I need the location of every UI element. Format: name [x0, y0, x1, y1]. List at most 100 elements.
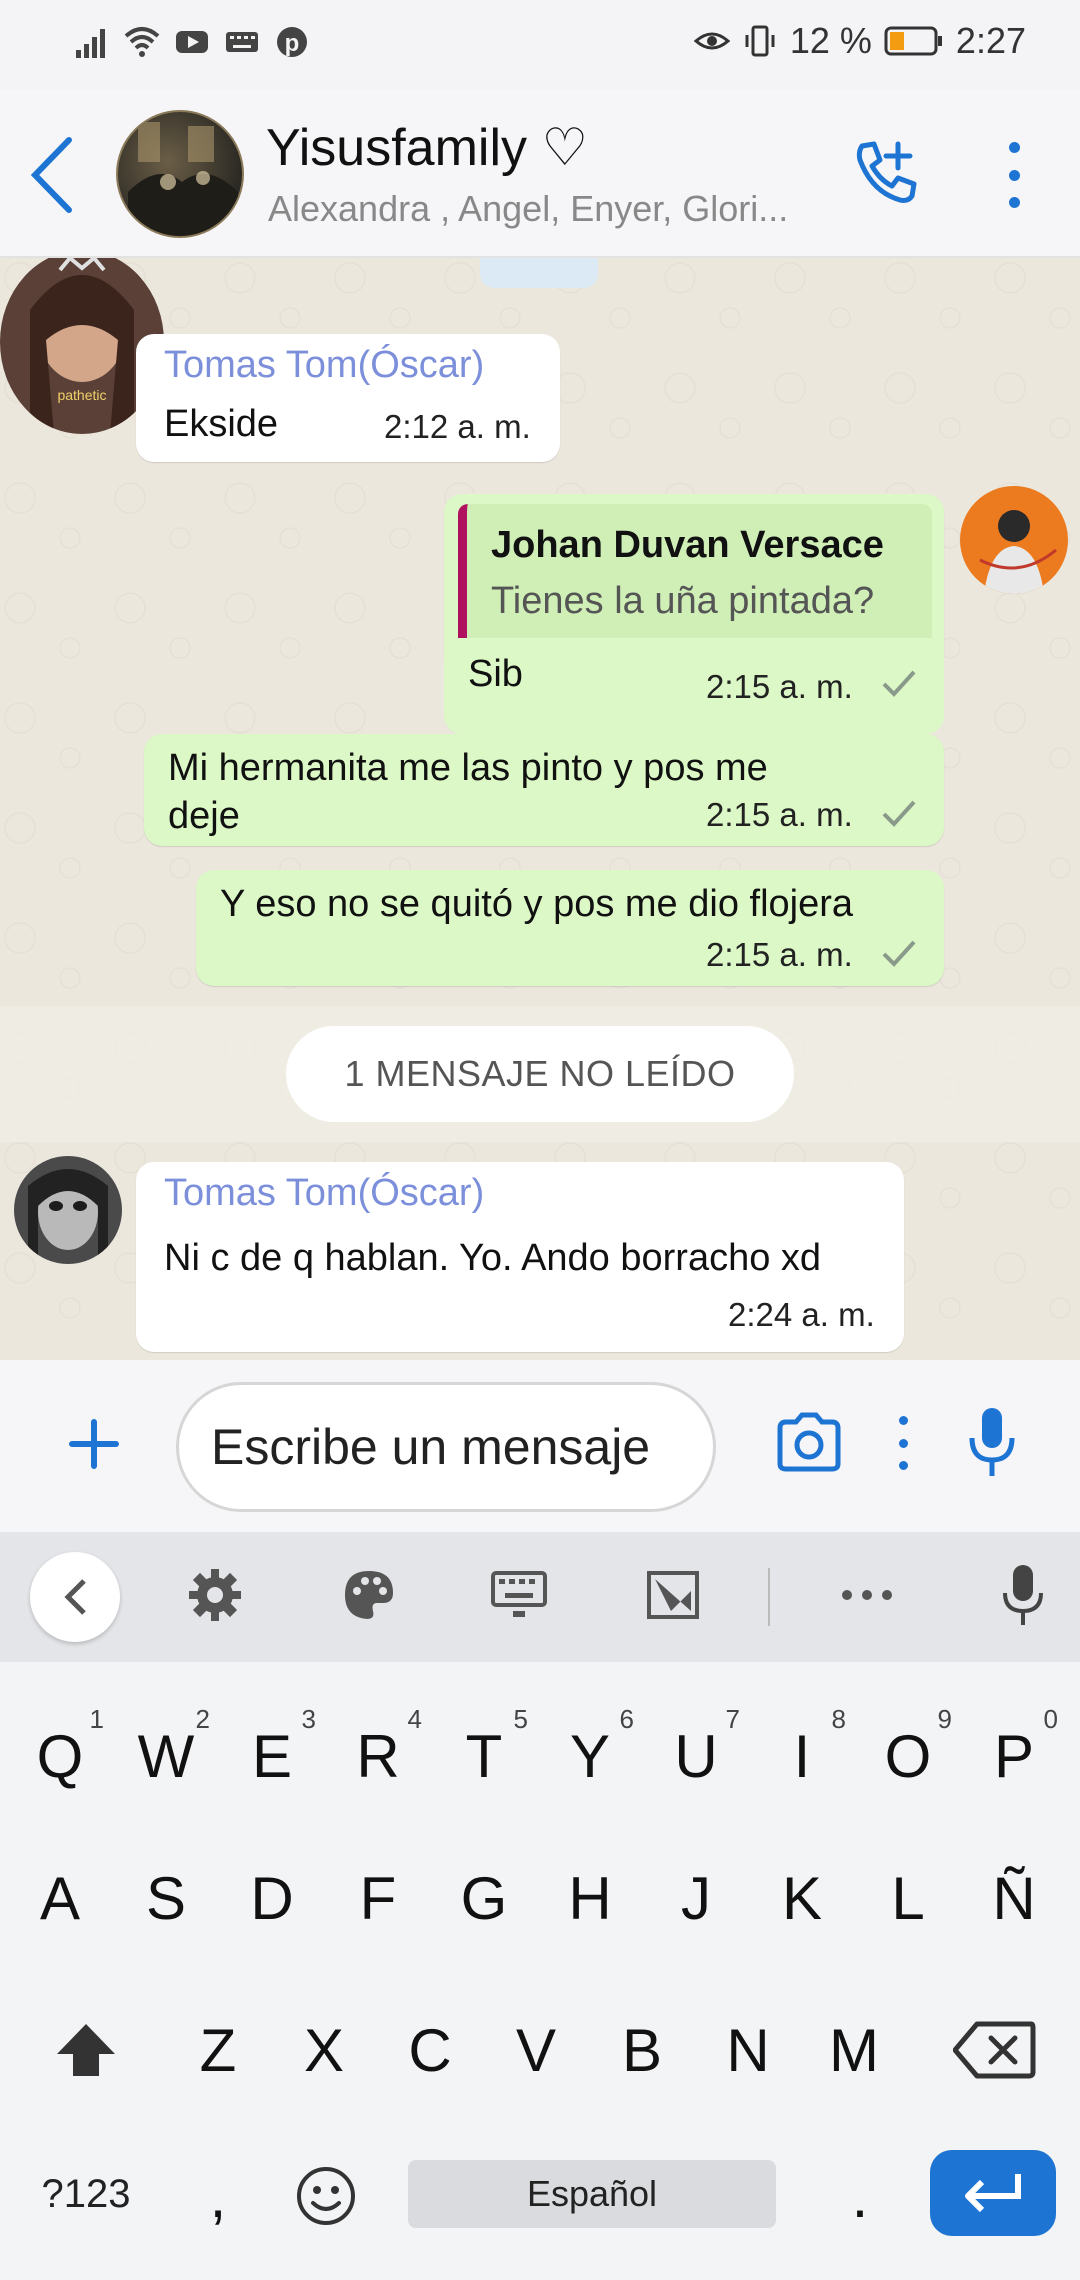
voice-input-button[interactable]: [990, 1562, 1056, 1628]
palette-icon: [345, 1571, 393, 1619]
shift-key[interactable]: [36, 1990, 136, 2110]
wifi-icon: [124, 27, 160, 57]
key-f[interactable]: F: [330, 1838, 426, 1958]
camera-button[interactable]: [776, 1412, 842, 1472]
pinterest-icon: p: [277, 27, 307, 57]
soft-keyboard: Q1 W2 E3 R4 T5 Y6 U7 I8 O9 P0 A S D F G …: [0, 1662, 1080, 2280]
backspace-icon: [953, 2021, 1036, 2079]
message-text: Sib: [468, 653, 523, 695]
key-b[interactable]: B: [594, 1990, 690, 2110]
key-r[interactable]: R4: [330, 1696, 426, 1816]
keyboard-theme-button[interactable]: [336, 1562, 402, 1628]
keyboard-collapse-button[interactable]: [30, 1552, 120, 1642]
group-title[interactable]: Yisusfamily ♡: [266, 118, 588, 178]
back-button[interactable]: [22, 130, 82, 220]
composer-more-button[interactable]: [896, 1416, 910, 1470]
key-enye[interactable]: Ñ: [966, 1838, 1062, 1958]
attach-button[interactable]: [60, 1410, 128, 1478]
message-bubble-outgoing[interactable]: Y eso no se quitó y pos me dio flojera 2…: [196, 870, 944, 986]
avatar-label: pathetic: [57, 387, 106, 403]
symbols-key[interactable]: ?123: [26, 2160, 146, 2228]
avatar[interactable]: [14, 1156, 122, 1264]
youtube-icon: [176, 31, 208, 53]
unread-count-chip: 1 MENSAJE NO LEÍDO: [286, 1026, 794, 1122]
key-w[interactable]: W2: [118, 1696, 214, 1816]
message-text: Ni c de q hablan. Yo. Ando borracho xd: [164, 1237, 822, 1279]
key-t[interactable]: T5: [436, 1696, 532, 1816]
enter-key[interactable]: [930, 2150, 1056, 2236]
comma-key[interactable]: ,: [170, 2136, 266, 2256]
keyboard-icon: [491, 1571, 547, 1617]
shift-icon: [57, 2024, 115, 2076]
emoji-key[interactable]: [278, 2136, 374, 2256]
key-i[interactable]: I8: [754, 1696, 850, 1816]
key-l[interactable]: L: [860, 1838, 956, 1958]
message-time: 2:15 a. m.: [706, 796, 853, 833]
eye-icon: [693, 32, 730, 50]
message-bubble-outgoing-tail[interactable]: Sib 2:15 a. m.: [444, 638, 944, 734]
quoted-text: Tienes la uña pintada?: [491, 580, 875, 622]
key-h[interactable]: H: [542, 1838, 638, 1958]
message-bubble-incoming[interactable]: Tomas Tom(Óscar) Ekside 2:12 a. m.: [136, 334, 560, 462]
key-n[interactable]: N: [700, 1990, 796, 2110]
message-text: Y eso no se quitó y pos me dio flojera: [220, 883, 854, 925]
sent-check-icon: [882, 940, 916, 967]
quoted-author: Johan Duvan Versace: [491, 524, 884, 566]
message-time: 2:15 a. m.: [706, 668, 853, 705]
group-members[interactable]: Alexandra , Angel, Enyer, Glori...: [268, 188, 808, 230]
keyboard-more-button[interactable]: [834, 1562, 900, 1628]
avatar-boy-photo: [960, 486, 1068, 594]
keyboard-float-button[interactable]: [640, 1562, 706, 1628]
space-key[interactable]: Español: [408, 2160, 776, 2228]
keyboard-toolbar: [0, 1532, 1080, 1662]
phone-plus-icon: [856, 141, 917, 203]
plus-icon: [69, 1419, 119, 1469]
message-bubble-incoming[interactable]: Tomas Tom(Óscar) Ni c de q hablan. Yo. A…: [136, 1162, 904, 1352]
overflow-menu-button[interactable]: [996, 142, 1032, 208]
group-avatar[interactable]: [116, 110, 244, 238]
message-sender[interactable]: Tomas Tom(Óscar): [164, 1172, 484, 1215]
key-j[interactable]: J: [648, 1838, 744, 1958]
microphone-icon: [969, 1408, 1015, 1476]
toolbar-divider: [768, 1568, 770, 1626]
signal-icon: [76, 29, 105, 58]
keyboard-settings-button[interactable]: [182, 1562, 248, 1628]
add-call-button[interactable]: [852, 138, 922, 208]
key-d[interactable]: D: [224, 1838, 320, 1958]
battery-percent: 12 %: [789, 20, 872, 61]
key-v[interactable]: V: [488, 1990, 584, 2110]
key-z[interactable]: Z: [170, 1990, 266, 2110]
message-time: 2:15 a. m.: [706, 936, 853, 973]
quoted-message[interactable]: Johan Duvan Versace Tienes la uña pintad…: [458, 504, 932, 648]
key-p[interactable]: P0: [966, 1696, 1062, 1816]
key-g[interactable]: G: [436, 1838, 532, 1958]
avatar[interactable]: [960, 486, 1068, 594]
camera-icon: [777, 1412, 841, 1472]
svg-text:p: p: [285, 30, 300, 57]
key-q[interactable]: Q1: [12, 1696, 108, 1816]
chevron-left-icon: [64, 1579, 86, 1615]
key-c[interactable]: C: [382, 1990, 478, 2110]
key-y[interactable]: Y6: [542, 1696, 638, 1816]
keyboard-layout-button[interactable]: [486, 1562, 552, 1628]
chat-area[interactable]: pathetic Tomas Tom(Óscar) Ekside 2:12 a.…: [0, 258, 1080, 1360]
period-key[interactable]: .: [812, 2136, 908, 2256]
status-right: 12 % 2:27: [693, 20, 1026, 62]
message-sender[interactable]: Tomas Tom(Óscar): [164, 344, 484, 387]
key-a[interactable]: A: [12, 1838, 108, 1958]
backspace-key[interactable]: [940, 1990, 1050, 2110]
key-x[interactable]: X: [276, 1990, 372, 2110]
voice-message-button[interactable]: [966, 1404, 1018, 1480]
key-u[interactable]: U7: [648, 1696, 744, 1816]
key-k[interactable]: K: [754, 1838, 850, 1958]
date-chip: [480, 258, 598, 288]
emoji-icon: [297, 2167, 355, 2225]
key-m[interactable]: M: [806, 1990, 902, 2110]
message-text: Ekside: [164, 403, 279, 445]
key-e[interactable]: E3: [224, 1696, 320, 1816]
message-bubble-outgoing[interactable]: Mi hermanita me las pinto y pos me deje …: [144, 734, 944, 846]
key-s[interactable]: S: [118, 1838, 214, 1958]
key-o[interactable]: O9: [860, 1696, 956, 1816]
message-input[interactable]: Escribe un mensaje: [176, 1382, 716, 1512]
enter-icon: [965, 2174, 1021, 2213]
